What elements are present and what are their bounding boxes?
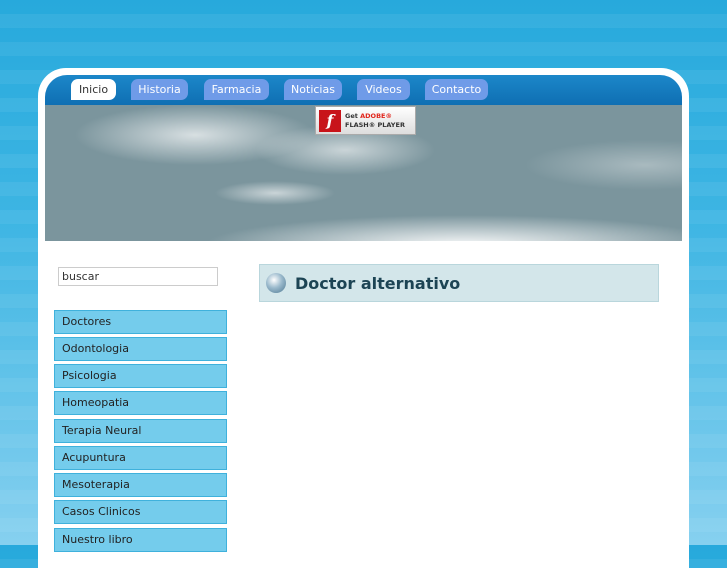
flash-player-text: FLASH® PLAYER bbox=[345, 120, 405, 129]
tab-contacto[interactable]: Contacto bbox=[425, 79, 488, 100]
sidebar-item-psicologia[interactable]: Psicologia bbox=[54, 364, 227, 388]
sidebar-item-terapia-neural[interactable]: Terapia Neural bbox=[54, 419, 227, 443]
sidebar-item-acupuntura[interactable]: Acupuntura bbox=[54, 446, 227, 470]
flash-logo-icon: f bbox=[319, 109, 341, 132]
sidebar-item-homeopatia[interactable]: Homeopatia bbox=[54, 391, 227, 415]
sidebar-item-odontologia[interactable]: Odontologia bbox=[54, 337, 227, 361]
content-title-box: Doctor alternativo bbox=[259, 264, 659, 302]
flash-adobe-text: ADOBE® bbox=[360, 111, 392, 120]
sidebar-item-nuestro-libro[interactable]: Nuestro libro bbox=[54, 528, 227, 552]
sidebar-item-doctores[interactable]: Doctores bbox=[54, 310, 227, 334]
flash-get-text: Get bbox=[345, 111, 358, 120]
get-flash-player-button[interactable]: f Get ADOBE® FLASH® PLAYER bbox=[315, 106, 416, 135]
page-container: Inicio Historia Farmacia Noticias Videos… bbox=[38, 68, 689, 568]
tab-historia[interactable]: Historia bbox=[131, 79, 188, 100]
tab-farmacia[interactable]: Farmacia bbox=[204, 79, 269, 100]
tab-inicio[interactable]: Inicio bbox=[71, 79, 116, 100]
page-title: Doctor alternativo bbox=[295, 273, 461, 293]
tab-videos[interactable]: Videos bbox=[357, 79, 410, 100]
header-banner: f Get ADOBE® FLASH® PLAYER bbox=[45, 105, 682, 241]
nav-bar: Inicio Historia Farmacia Noticias Videos… bbox=[45, 75, 682, 105]
globe-icon bbox=[266, 273, 286, 293]
sidebar-item-mesoterapia[interactable]: Mesoterapia bbox=[54, 473, 227, 497]
search-input[interactable] bbox=[58, 267, 218, 286]
tab-noticias[interactable]: Noticias bbox=[284, 79, 342, 100]
sidebar-item-casos-clinicos[interactable]: Casos Clinicos bbox=[54, 500, 227, 524]
